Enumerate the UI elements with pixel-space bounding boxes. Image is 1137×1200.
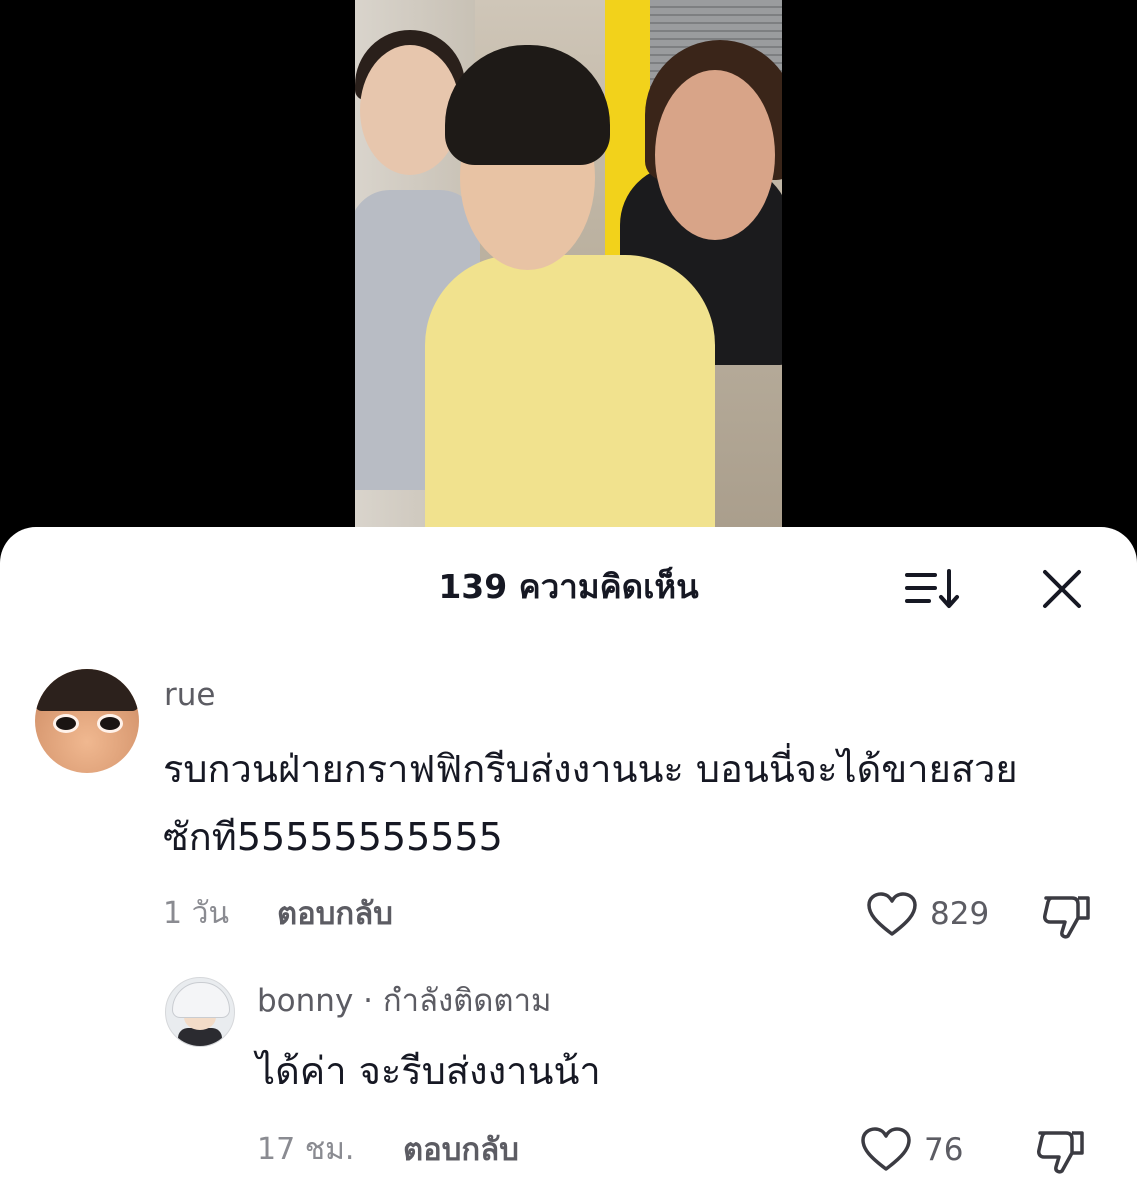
comment-text-line1: รบกวนฝ่ายกราฟฟิกรีบส่งงานนะ บอนนี่จะได้ข… [163,747,1018,791]
person-right-face [655,70,775,240]
sort-icon[interactable] [905,567,961,611]
avatar-hair [172,982,230,1018]
like-heart-icon[interactable] [866,892,918,938]
comment-timestamp: 1 วัน [163,896,229,931]
dislike-icon[interactable] [1036,1127,1086,1177]
dislike-icon[interactable] [1042,892,1092,942]
comments-sheet: 139 ความคิดเห็น rue รบกวนฝ่ายกราฟฟิกรีบส… [0,527,1137,1200]
avatar-eye-left [53,714,79,733]
comments-count-title: 139 ความคิดเห็น [438,567,699,606]
comments-header: 139 ความคิดเห็น [0,562,1137,612]
like-heart-icon[interactable] [860,1127,912,1173]
video-player-area[interactable] [0,0,1137,560]
reply-timestamp: 17 ชม. [257,1132,355,1167]
comment-reply-button[interactable]: ตอบกลับ [277,894,393,934]
person-left-face [360,45,460,175]
person-center-body [425,255,715,560]
avatar-rue[interactable] [35,669,139,773]
comment-text-line2: ซักที55555555555 [163,815,503,859]
avatar-shirt [178,1028,222,1046]
reply-text: ได้ค่า จะรีบส่งงานน้า [256,1049,601,1093]
reply-username[interactable]: bonny · กำลังติดตาม [257,981,551,1021]
close-icon[interactable] [1040,567,1084,611]
reply-follow-status: · กำลังติดตาม [353,983,552,1019]
reply-like-count: 76 [924,1132,964,1168]
reply-username-name[interactable]: bonny [257,983,353,1019]
avatar-bonny[interactable] [165,977,235,1047]
reply-reply-button[interactable]: ตอบกลับ [403,1130,519,1170]
avatar-hair [35,669,139,711]
comment-username[interactable]: rue [164,675,215,715]
video-frame[interactable] [355,0,782,560]
comment-like-count: 829 [930,896,990,932]
avatar-eye-right [97,714,123,733]
